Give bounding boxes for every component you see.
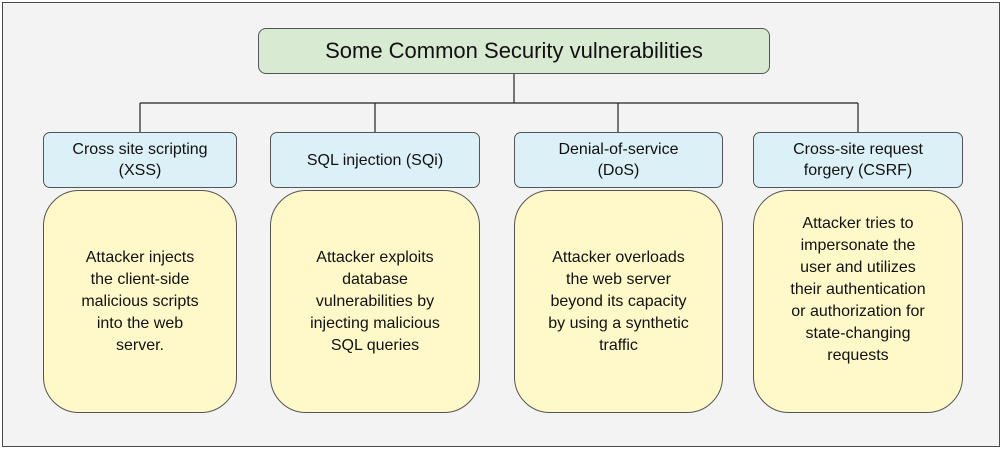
category-sqi: SQL injection (SQi) [270, 132, 480, 188]
description-csrf: Attacker tries to impersonate the user a… [753, 190, 963, 413]
description-xss: Attacker injects the client-side malicio… [43, 190, 237, 413]
description-dos: Attacker overloads the web server beyond… [514, 190, 723, 413]
category-dos: Denial-of-service (DoS) [514, 132, 723, 188]
diagram-title: Some Common Security vulnerabilities [258, 28, 770, 74]
category-csrf: Cross-site request forgery (CSRF) [753, 132, 963, 188]
description-sqi: Attacker exploits database vulnerabiliti… [270, 190, 480, 413]
category-xss: Cross site scripting (XSS) [43, 132, 237, 188]
